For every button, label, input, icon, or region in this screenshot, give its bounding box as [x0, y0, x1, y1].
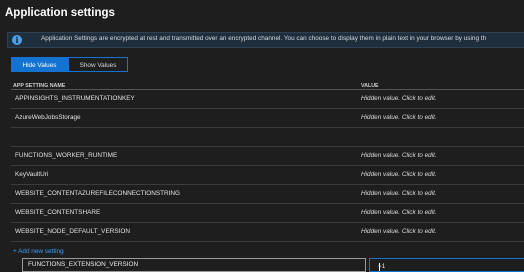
- setting-name: AzureWebJobsStorage: [15, 114, 81, 121]
- setting-value[interactable]: Hidden value. Click to edit.: [361, 190, 437, 197]
- table-row[interactable]: WEBSITE_NODE_DEFAULT_VERSION Hidden valu…: [11, 223, 524, 242]
- setting-value[interactable]: Hidden value. Click to edit.: [361, 152, 437, 159]
- setting-name: FUNCTIONS_WORKER_RUNTIME: [15, 152, 118, 159]
- info-banner: i Application Settings are encrypted at …: [7, 32, 524, 48]
- setting-name: APPINSIGHTS_INSTRUMENTATIONKEY: [15, 95, 135, 102]
- table-row[interactable]: FUNCTIONS_WORKER_RUNTIME Hidden value. C…: [11, 147, 524, 166]
- add-new-setting-link[interactable]: + Add new setting: [13, 248, 64, 255]
- table-row[interactable]: WEBSITE_CONTENTSHARE Hidden value. Click…: [11, 204, 524, 223]
- setting-value[interactable]: Hidden value. Click to edit.: [361, 114, 437, 121]
- hide-values-button[interactable]: Hide Values: [11, 57, 68, 72]
- table-row[interactable]: KeyVaultUri Hidden value. Click to edit.: [11, 166, 524, 185]
- page-title: Application settings: [5, 7, 115, 19]
- info-icon: i: [12, 35, 22, 45]
- table-row[interactable]: APPINSIGHTS_INSTRUMENTATIONKEY Hidden va…: [11, 90, 524, 109]
- setting-name: WEBSITE_CONTENTAZUREFILECONNECTIONSTRING: [15, 190, 180, 197]
- setting-value[interactable]: Hidden value. Click to edit.: [361, 209, 437, 216]
- setting-name: WEBSITE_CONTENTSHARE: [15, 209, 101, 216]
- setting-value[interactable]: Hidden value. Click to edit.: [361, 95, 437, 102]
- table-row[interactable]: WEBSITE_CONTENTAZUREFILECONNECTIONSTRING…: [11, 185, 524, 204]
- table-row[interactable]: AzureWebJobsStorage Hidden value. Click …: [11, 109, 524, 128]
- setting-name: WEBSITE_NODE_DEFAULT_VERSION: [15, 228, 130, 235]
- setting-value[interactable]: Hidden value. Click to edit.: [361, 228, 437, 235]
- setting-name-input[interactable]: FUNCTIONS_EXTENSION_VERSION: [22, 258, 366, 272]
- text-caret: [379, 263, 380, 271]
- setting-name: KeyVaultUri: [15, 171, 49, 178]
- info-banner-text: Application Settings are encrypted at re…: [41, 35, 487, 42]
- setting-value-input[interactable]: ~1: [369, 258, 524, 272]
- show-values-button[interactable]: Show Values: [68, 57, 128, 72]
- setting-value[interactable]: Hidden value. Click to edit.: [361, 171, 437, 178]
- table-row-editing[interactable]: FUNCTIONS_EXTENSION_VERSION ~1: [11, 128, 524, 272]
